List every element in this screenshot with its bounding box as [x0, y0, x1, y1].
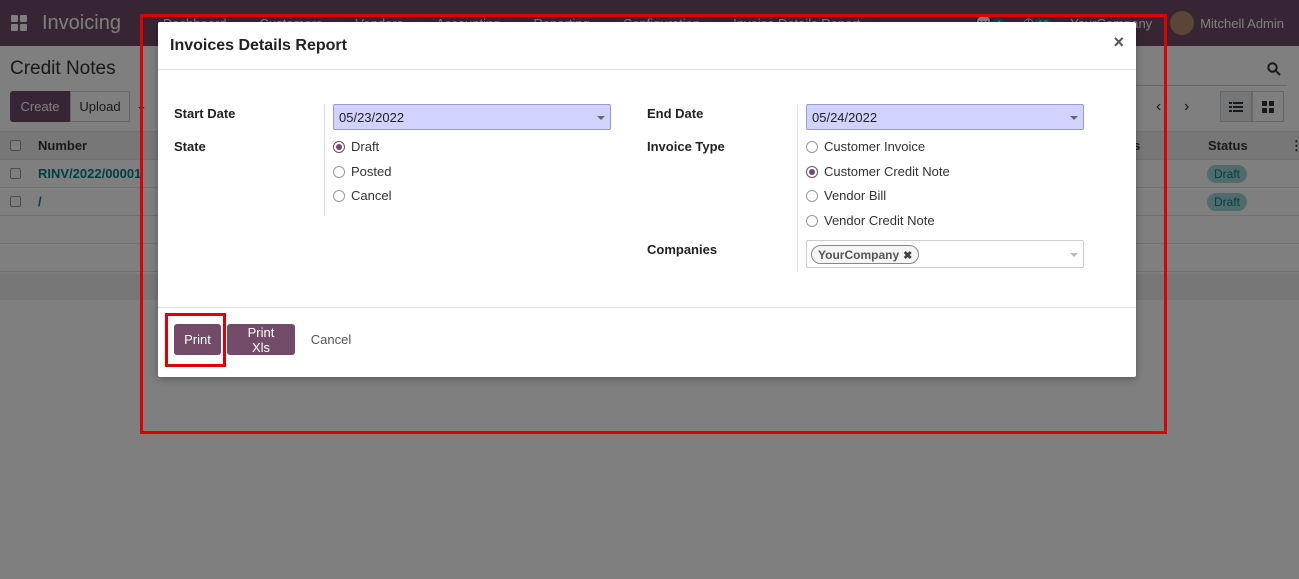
highlight-box-dialog	[140, 14, 1167, 434]
highlight-box-print	[165, 313, 226, 367]
